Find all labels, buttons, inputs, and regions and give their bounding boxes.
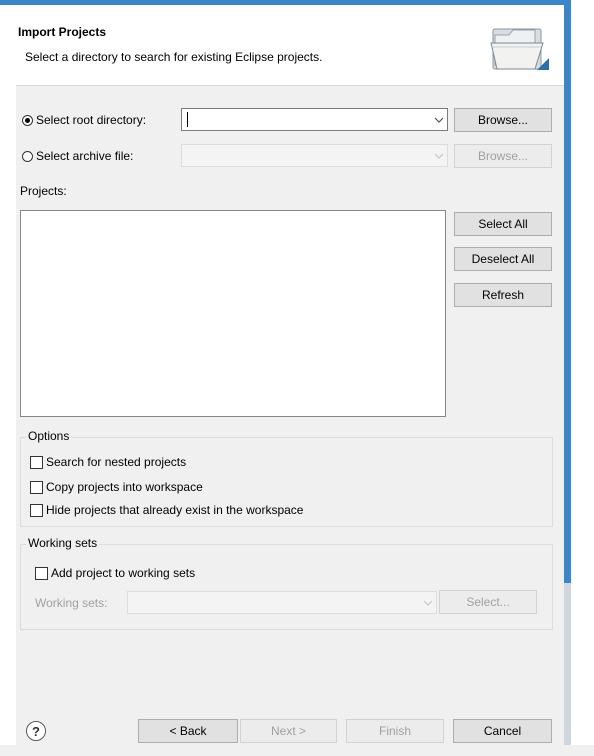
dialog-description: Select a directory to search for existin… — [25, 50, 323, 64]
back-button[interactable]: < Back — [138, 719, 238, 743]
projects-label: Projects: — [20, 184, 67, 198]
hide-existing-label: Hide projects that already exist in the … — [46, 503, 304, 517]
radio-selected-icon — [22, 114, 33, 126]
copy-projects-checkbox[interactable]: Copy projects into workspace — [30, 480, 203, 494]
projects-list[interactable] — [20, 210, 446, 417]
checkbox-unchecked-icon — [30, 455, 43, 469]
window-right-border-lower — [564, 583, 571, 756]
folder-open-icon — [487, 21, 552, 78]
radio-unselected-icon — [22, 150, 33, 162]
hide-existing-checkbox[interactable]: Hide projects that already exist in the … — [30, 503, 303, 517]
copy-projects-label: Copy projects into workspace — [46, 480, 203, 494]
background-outside — [571, 0, 594, 756]
refresh-button[interactable]: Refresh — [454, 283, 552, 307]
working-sets-group-label: Working sets — [26, 536, 100, 550]
chevron-down-icon — [420, 595, 436, 611]
help-icon: ? — [26, 721, 46, 741]
deselect-all-button[interactable]: Deselect All — [454, 247, 552, 271]
bottom-strip — [0, 745, 594, 756]
working-sets-select-button[interactable]: Select... — [439, 590, 537, 614]
chevron-down-icon — [431, 148, 447, 164]
select-all-button[interactable]: Select All — [454, 212, 552, 236]
options-group-label: Options — [26, 429, 72, 443]
checkbox-unchecked-icon — [30, 503, 43, 517]
next-button[interactable]: Next > — [240, 719, 337, 743]
finish-button[interactable]: Finish — [346, 719, 444, 743]
checkbox-unchecked-icon — [35, 566, 48, 580]
working-sets-combo[interactable] — [127, 591, 437, 614]
archive-file-radio[interactable]: Select archive file: — [22, 149, 133, 163]
chevron-down-icon[interactable] — [431, 112, 447, 128]
window-right-border — [564, 0, 571, 583]
checkbox-unchecked-icon — [30, 480, 43, 494]
root-directory-combo[interactable] — [181, 108, 448, 131]
root-directory-radio[interactable]: Select root directory: — [22, 113, 146, 127]
dialog-title: Import Projects — [18, 25, 107, 39]
help-button[interactable]: ? — [26, 721, 46, 741]
text-caret — [187, 112, 188, 127]
add-to-working-sets-label: Add project to working sets — [51, 566, 196, 580]
nested-projects-label: Search for nested projects — [46, 455, 187, 469]
nested-projects-checkbox[interactable]: Search for nested projects — [30, 455, 186, 469]
archive-file-combo[interactable] — [181, 144, 448, 167]
cancel-button[interactable]: Cancel — [453, 719, 552, 743]
working-sets-field-label: Working sets: — [35, 596, 108, 610]
root-browse-button[interactable]: Browse... — [454, 108, 552, 132]
dialog-header — [16, 5, 564, 85]
working-sets-group — [20, 544, 553, 630]
archive-browse-button[interactable]: Browse... — [454, 144, 552, 168]
root-directory-label: Select root directory: — [36, 113, 147, 127]
add-to-working-sets-checkbox[interactable]: Add project to working sets — [35, 566, 195, 580]
archive-file-label: Select archive file: — [36, 149, 134, 163]
